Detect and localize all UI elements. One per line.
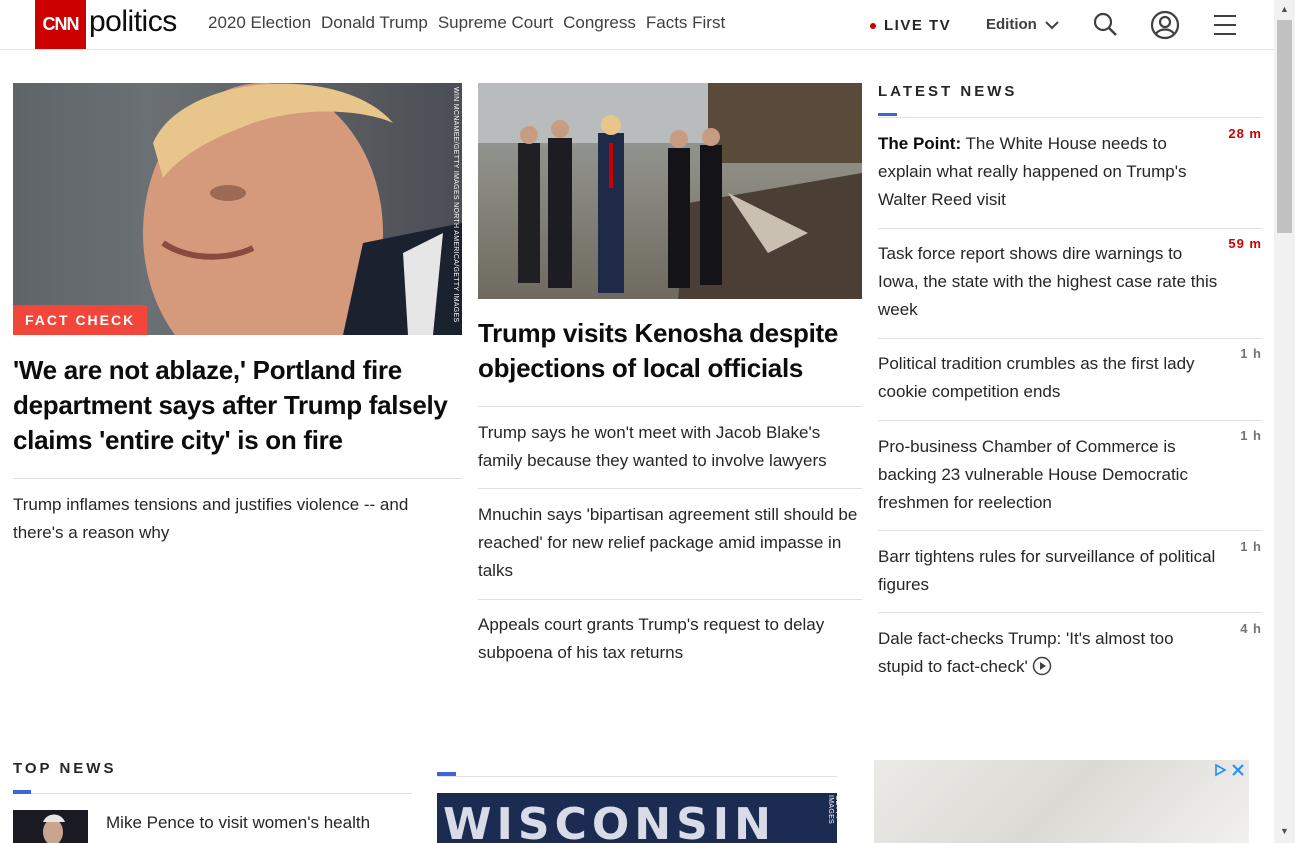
timestamp: 1 h xyxy=(1240,428,1262,443)
section-logo-politics[interactable]: politics xyxy=(89,5,177,39)
play-video-icon xyxy=(1033,656,1052,676)
latest-news-text: Political tradition crumbles as the firs… xyxy=(878,354,1195,401)
divider xyxy=(878,338,1262,339)
wisconsin-story-image[interactable]: WISCONSIN GETTY IMAGES xyxy=(437,793,837,843)
latest-news-text: Task force report shows dire warnings to… xyxy=(878,244,1218,319)
thumbnail-illustration xyxy=(43,814,65,843)
section-accent xyxy=(878,113,897,116)
kenosha-scene-illustration xyxy=(478,83,862,299)
divider xyxy=(13,478,462,479)
section-accent xyxy=(13,790,31,794)
fact-check-badge[interactable]: FACT CHECK xyxy=(13,305,148,335)
latest-news-text: Dale fact-checks Trump: 'It's almost too… xyxy=(878,629,1174,676)
portrait-illustration xyxy=(143,83,462,335)
kenosha-story-image[interactable] xyxy=(478,83,862,299)
related-story-link[interactable]: Appeals court grants Trump's request to … xyxy=(478,611,858,667)
lead-headline[interactable]: 'We are not ablaze,' Portland fire depar… xyxy=(13,353,458,458)
related-story-link[interactable]: Trump says he won't meet with Jacob Blak… xyxy=(478,419,858,475)
close-ad-icon[interactable] xyxy=(1231,763,1245,777)
nav-item-donald-trump[interactable]: Donald Trump xyxy=(321,13,428,33)
top-news-link[interactable]: Mike Pence to visit women's health xyxy=(106,809,406,837)
kenosha-headline[interactable]: Trump visits Kenosha despite objections … xyxy=(478,316,862,386)
divider xyxy=(878,530,1262,531)
timestamp: 1 h xyxy=(1240,539,1262,554)
latest-news-item[interactable]: Dale fact-checks Trump: 'It's almost too… xyxy=(878,625,1223,681)
divider xyxy=(878,612,1262,613)
image-credit: GETTY IMAGES xyxy=(827,795,837,825)
latest-news-item[interactable]: Pro-business Chamber of Commerce is back… xyxy=(878,433,1223,517)
latest-news-item[interactable]: The Point: The White House needs to expl… xyxy=(878,130,1223,214)
image-credit: WIN MCNAMEE/GETTY IMAGES NORTH AMERICA/G… xyxy=(452,87,459,323)
section-nav: 2020 Election Donald Trump Supreme Court… xyxy=(208,13,725,33)
chevron-down-icon xyxy=(1045,20,1059,29)
scrollbar-thumb[interactable] xyxy=(1277,20,1292,233)
timestamp: 4 h xyxy=(1240,621,1262,636)
latest-news-item[interactable]: Barr tightens rules for surveillance of … xyxy=(878,543,1223,599)
latest-news-item[interactable]: Political tradition crumbles as the firs… xyxy=(878,350,1223,406)
nav-item-supreme-court[interactable]: Supreme Court xyxy=(438,13,553,33)
top-news-thumbnail[interactable] xyxy=(13,810,88,843)
latest-news-title: LATEST NEWS xyxy=(878,83,1018,100)
page: CNN politics 2020 Election Donald Trump … xyxy=(0,0,1295,843)
divider xyxy=(878,117,1262,118)
top-news-title: TOP NEWS xyxy=(13,760,117,777)
timestamp: 59 m xyxy=(1228,236,1262,251)
search-icon[interactable] xyxy=(1091,10,1121,40)
account-icon[interactable] xyxy=(1150,10,1180,40)
divider xyxy=(478,488,862,489)
divider xyxy=(478,406,862,407)
nav-item-2020-election[interactable]: 2020 Election xyxy=(208,13,311,33)
timestamp: 1 h xyxy=(1240,346,1262,361)
adchoices-icon[interactable] xyxy=(1213,763,1227,777)
related-story-link[interactable]: Trump inflames tensions and justifies vi… xyxy=(13,491,453,547)
divider xyxy=(437,776,837,777)
advertisement[interactable] xyxy=(874,760,1249,843)
latest-news-text: Pro-business Chamber of Commerce is back… xyxy=(878,437,1188,512)
divider xyxy=(878,420,1262,421)
lead-story-image[interactable]: WIN MCNAMEE/GETTY IMAGES NORTH AMERICA/G… xyxy=(13,83,462,335)
related-story-link[interactable]: Mnuchin says 'bipartisan agreement still… xyxy=(478,501,862,585)
wisconsin-sign-text: WISCONSIN xyxy=(443,799,776,843)
cnn-logo[interactable]: CNN xyxy=(35,0,86,49)
menu-icon[interactable] xyxy=(1210,10,1240,40)
nav-item-congress[interactable]: Congress xyxy=(563,13,636,33)
scroll-up-arrow-icon[interactable]: ▲ xyxy=(1278,4,1291,14)
live-tv-link[interactable]: LIVE TV xyxy=(870,17,951,34)
story-prefix: The Point: xyxy=(878,134,962,153)
latest-news-item[interactable]: Task force report shows dire warnings to… xyxy=(878,240,1223,324)
edition-label: Edition xyxy=(986,16,1037,33)
divider xyxy=(478,599,862,600)
edition-selector[interactable]: Edition xyxy=(986,16,1059,33)
timestamp: 28 m xyxy=(1228,126,1262,141)
divider xyxy=(878,228,1262,229)
latest-news-text: Barr tightens rules for surveillance of … xyxy=(878,547,1216,594)
site-header: CNN politics 2020 Election Donald Trump … xyxy=(0,0,1274,50)
divider xyxy=(13,793,412,794)
nav-item-facts-first[interactable]: Facts First xyxy=(646,13,725,33)
live-tv-label: LIVE TV xyxy=(884,17,952,34)
live-dot-icon xyxy=(870,22,876,29)
scroll-down-arrow-icon[interactable]: ▼ xyxy=(1278,826,1291,836)
